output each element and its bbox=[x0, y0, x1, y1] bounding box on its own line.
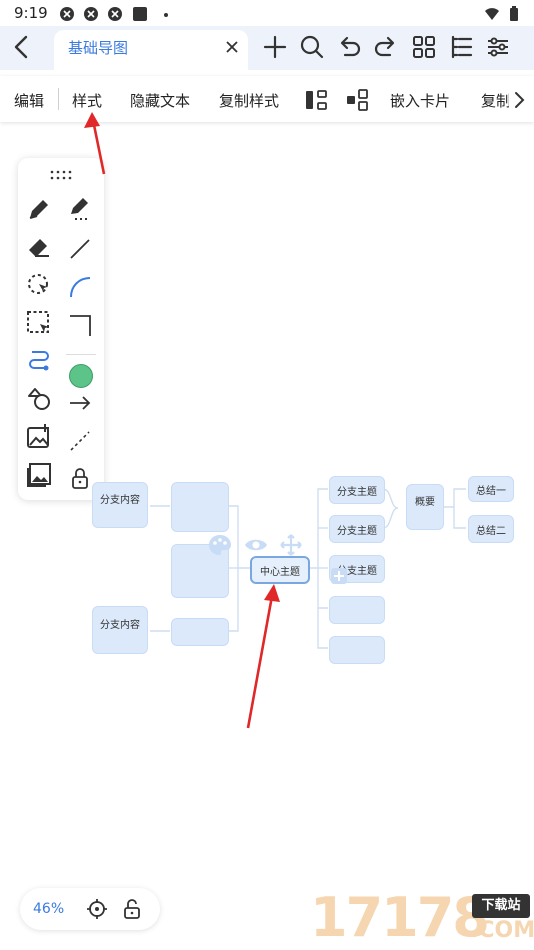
summary-item-node[interactable]: 总结一 bbox=[468, 476, 514, 502]
lasso-select-icon[interactable] bbox=[26, 272, 52, 298]
summary-node[interactable]: 概要 bbox=[406, 484, 444, 530]
zoom-level[interactable]: 46% bbox=[33, 901, 64, 917]
unlock-icon[interactable] bbox=[122, 898, 144, 920]
arc-tool-icon[interactable] bbox=[67, 274, 93, 300]
line-tool-icon[interactable] bbox=[67, 236, 93, 262]
toolbar-copy-style[interactable]: 复制样式 bbox=[219, 90, 279, 111]
panel-divider bbox=[66, 354, 96, 355]
fill-color-swatch[interactable] bbox=[69, 364, 93, 388]
box-select-icon[interactable] bbox=[26, 310, 52, 336]
right-topic-node[interactable]: 分支主题 bbox=[329, 476, 385, 504]
app-notification-icon bbox=[60, 7, 74, 21]
watermark-badge: 下载站 bbox=[472, 894, 530, 918]
toolbar-embed-card[interactable]: 嵌入卡片 bbox=[390, 90, 450, 111]
locate-center-icon[interactable] bbox=[86, 898, 108, 920]
empty-topic-node[interactable] bbox=[171, 618, 229, 646]
toolbar-style[interactable]: 样式 bbox=[72, 90, 102, 111]
watermark-sub: .COM bbox=[470, 918, 534, 943]
eraser-icon[interactable] bbox=[26, 234, 52, 260]
toolbar-divider bbox=[58, 88, 59, 110]
summary-item-node[interactable]: 总结二 bbox=[468, 515, 514, 543]
insert-child-icon[interactable] bbox=[304, 88, 328, 112]
app-notification-icon bbox=[84, 7, 98, 21]
right-topic-node[interactable]: 分支主题 bbox=[329, 515, 385, 543]
arrow-tool-icon[interactable] bbox=[67, 390, 93, 416]
left-branch-node[interactable]: 分支内容 bbox=[92, 482, 148, 528]
tab-title[interactable]: 基础导图 bbox=[68, 37, 128, 58]
back-icon[interactable] bbox=[8, 33, 36, 61]
add-child-icon[interactable] bbox=[330, 567, 348, 585]
empty-topic-node[interactable] bbox=[329, 596, 385, 624]
insert-sibling-icon[interactable] bbox=[345, 88, 369, 112]
grid-view-icon[interactable] bbox=[410, 33, 438, 61]
polyline-tool-icon[interactable] bbox=[67, 312, 93, 338]
eye-icon[interactable] bbox=[244, 537, 268, 553]
image-frame-icon[interactable] bbox=[26, 462, 52, 488]
status-bar bbox=[0, 0, 534, 28]
toolbar-edit[interactable]: 编辑 bbox=[14, 90, 44, 111]
chevron-right-icon[interactable] bbox=[510, 90, 528, 110]
outline-icon[interactable] bbox=[447, 33, 475, 61]
move-icon[interactable] bbox=[280, 534, 302, 556]
undo-icon[interactable] bbox=[335, 33, 363, 61]
dashed-line-tool-icon[interactable] bbox=[67, 428, 93, 454]
app-notification-icon bbox=[108, 7, 122, 21]
center-topic-node[interactable]: 中心主题 bbox=[250, 556, 310, 584]
toolbar-copy[interactable]: 复制 bbox=[481, 90, 509, 111]
left-branch-node[interactable]: 分支内容 bbox=[92, 606, 148, 654]
status-time: 9:19 bbox=[14, 4, 48, 22]
settings-sliders-icon[interactable] bbox=[484, 33, 512, 61]
more-notifications-icon bbox=[164, 13, 168, 17]
close-tab-icon[interactable] bbox=[225, 40, 239, 54]
battery-icon bbox=[510, 6, 518, 21]
search-icon[interactable] bbox=[298, 33, 326, 61]
connector-icon[interactable] bbox=[26, 348, 52, 374]
toolbar-hide-text[interactable]: 隐藏文本 bbox=[130, 90, 190, 111]
empty-topic-node[interactable] bbox=[329, 636, 385, 664]
drag-handle-icon[interactable] bbox=[50, 170, 72, 180]
wifi-icon bbox=[485, 8, 499, 20]
shape-tool-icon[interactable] bbox=[26, 386, 52, 412]
watermark-logo: 17178 bbox=[310, 886, 490, 949]
pen-icon[interactable] bbox=[26, 196, 52, 222]
insert-image-icon[interactable] bbox=[26, 424, 52, 450]
app-notification-icon bbox=[133, 7, 147, 21]
add-icon[interactable] bbox=[261, 33, 289, 61]
palette-icon[interactable] bbox=[208, 534, 232, 556]
marker-icon[interactable] bbox=[67, 196, 93, 222]
redo-icon[interactable] bbox=[372, 33, 400, 61]
empty-topic-node[interactable] bbox=[171, 482, 229, 532]
lock-icon[interactable] bbox=[68, 466, 94, 492]
